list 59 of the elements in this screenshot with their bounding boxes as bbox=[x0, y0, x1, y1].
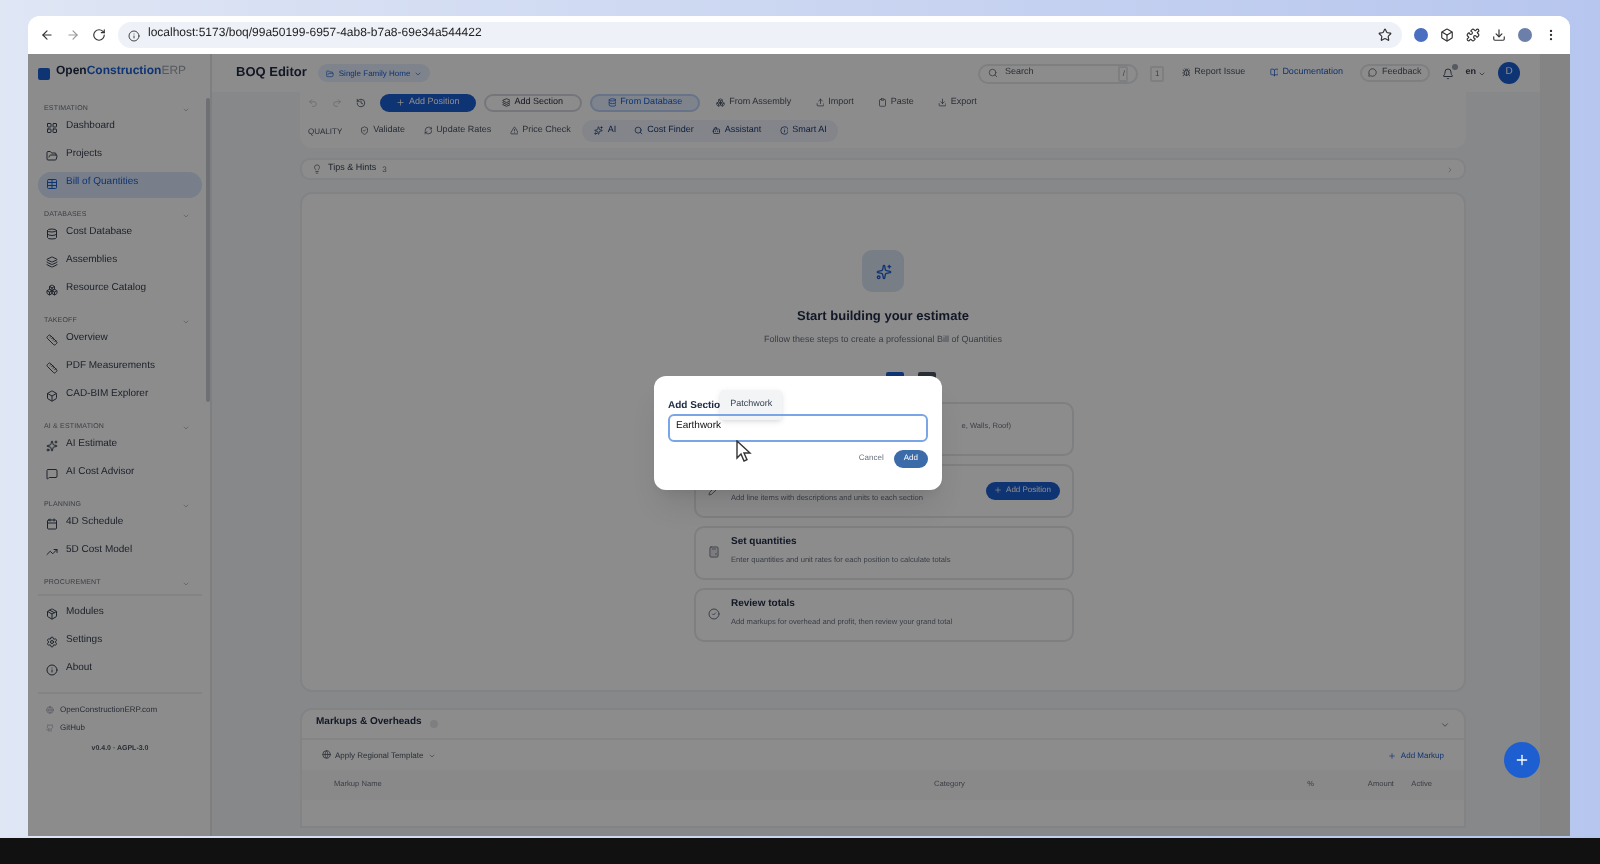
button-icon bbox=[716, 98, 726, 108]
nav-icon bbox=[46, 468, 58, 480]
nav-icon bbox=[46, 440, 58, 452]
link-icon bbox=[1269, 68, 1279, 78]
nav-icon bbox=[46, 284, 58, 296]
menu-icon[interactable] bbox=[1544, 28, 1558, 42]
button-icon bbox=[711, 126, 721, 136]
button-icon bbox=[501, 98, 511, 108]
page-scrollbar[interactable] bbox=[1540, 54, 1570, 836]
history-icon[interactable] bbox=[356, 98, 366, 108]
lightbulb-icon bbox=[312, 164, 322, 174]
nav-icon bbox=[46, 178, 58, 190]
button-icon bbox=[607, 98, 617, 108]
extensions-icon[interactable] bbox=[1466, 28, 1480, 42]
logo-icon bbox=[38, 67, 50, 79]
download-icon[interactable] bbox=[1492, 28, 1506, 42]
mouse-cursor-icon bbox=[736, 440, 752, 462]
nav-icon bbox=[46, 636, 58, 648]
nav-icon bbox=[46, 608, 58, 620]
nav-icon bbox=[46, 256, 58, 268]
notifications-icon[interactable] bbox=[1441, 67, 1454, 79]
profile-avatar-icon[interactable] bbox=[1414, 28, 1428, 42]
button-icon bbox=[815, 98, 825, 108]
button-icon bbox=[509, 126, 519, 136]
link-icon bbox=[1181, 68, 1191, 78]
nav-icon bbox=[46, 122, 58, 134]
site-info-icon[interactable] bbox=[128, 29, 140, 41]
plus-icon bbox=[1514, 752, 1530, 768]
button-icon bbox=[877, 98, 887, 108]
nav-icon bbox=[46, 518, 58, 530]
folder-icon bbox=[326, 69, 335, 77]
nav-icon bbox=[46, 390, 58, 402]
forward-icon[interactable] bbox=[66, 28, 80, 42]
extension-icon[interactable] bbox=[1440, 28, 1454, 42]
globe-icon bbox=[46, 706, 54, 714]
sparkles-icon bbox=[862, 250, 904, 292]
reload-icon[interactable] bbox=[92, 28, 106, 42]
link-icon bbox=[1368, 68, 1378, 78]
nav-icon bbox=[46, 664, 58, 676]
account-icon[interactable] bbox=[1518, 28, 1532, 42]
button-icon bbox=[594, 126, 604, 136]
add-fab[interactable] bbox=[1504, 742, 1540, 778]
nav-icon bbox=[46, 150, 58, 162]
button-icon bbox=[360, 126, 370, 136]
button-icon bbox=[634, 126, 644, 136]
chevron-down-icon[interactable] bbox=[1440, 719, 1450, 729]
button-icon bbox=[937, 98, 947, 108]
nav-icon bbox=[46, 334, 58, 346]
bookmark-star-icon[interactable] bbox=[1378, 28, 1392, 42]
nav-icon bbox=[46, 228, 58, 240]
plus-icon bbox=[994, 486, 1003, 494]
button-icon bbox=[779, 126, 789, 136]
globe-icon bbox=[322, 750, 331, 760]
nav-icon bbox=[46, 362, 58, 374]
nav-icon bbox=[46, 546, 58, 558]
button-icon bbox=[423, 126, 433, 136]
search-icon bbox=[988, 68, 999, 78]
back-icon[interactable] bbox=[40, 28, 54, 42]
notification-badge bbox=[1451, 63, 1458, 69]
